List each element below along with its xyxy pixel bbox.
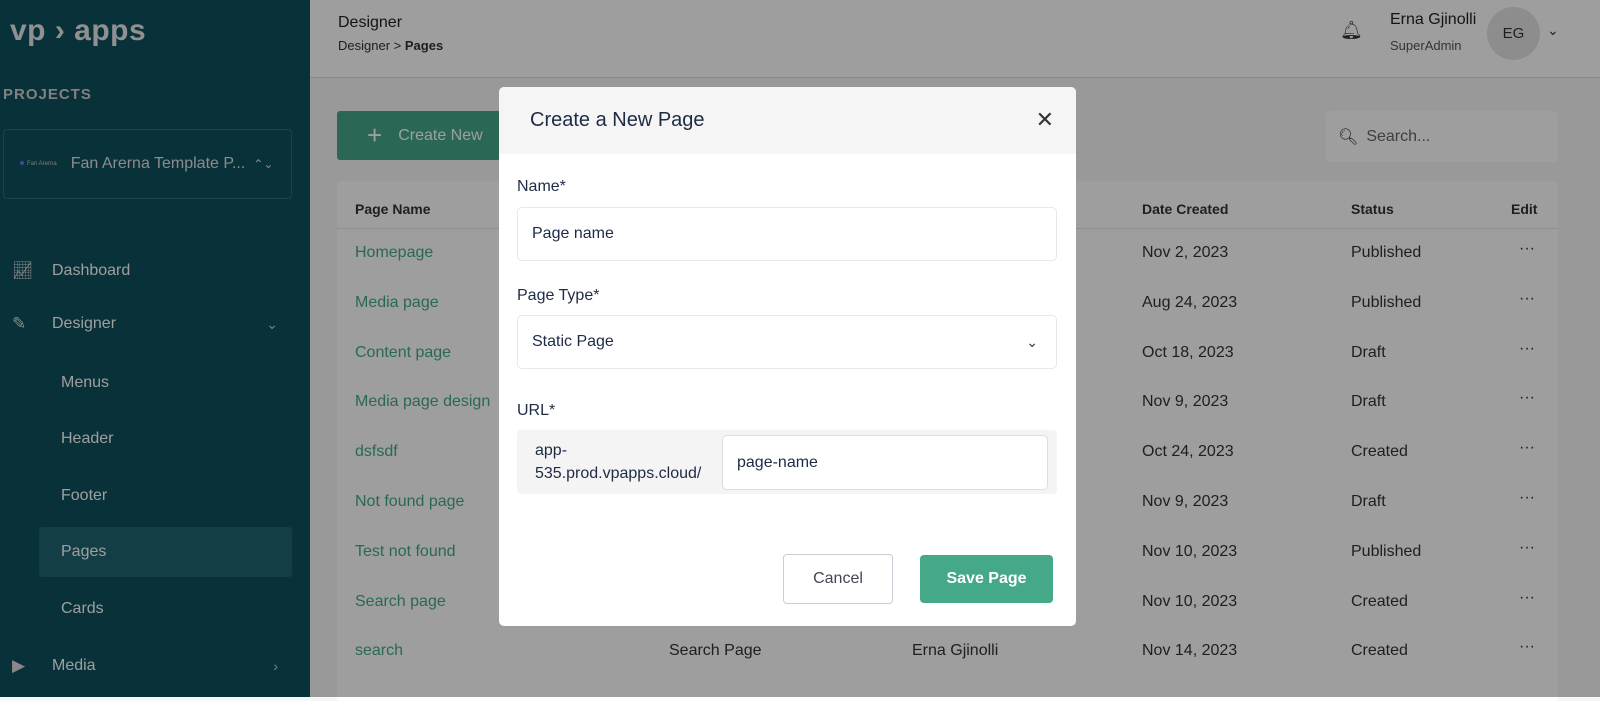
url-prefix: app-535.prod.vpapps.cloud/ (535, 442, 702, 482)
modal-title: Create a New Page (499, 87, 1076, 154)
save-page-button[interactable]: Save Page (920, 555, 1053, 603)
url-field: app-535.prod.vpapps.cloud/ page-name (517, 430, 1057, 494)
page-type-label: Page Type* (517, 287, 600, 304)
chevron-down-icon: ⌄ (1026, 333, 1038, 350)
cancel-button[interactable]: Cancel (783, 554, 893, 604)
page-name-placeholder: Page name (532, 225, 614, 242)
url-slug-input[interactable]: page-name (722, 435, 1048, 490)
page-name-input[interactable]: Page name (517, 207, 1057, 261)
url-label: URL* (517, 402, 556, 419)
create-page-modal: Create a New Page ✕ Name* Page name Page… (499, 87, 1076, 626)
url-slug-value: page-name (737, 453, 818, 471)
name-label: Name* (517, 178, 566, 195)
page-type-select[interactable]: Static Page ⌄ (517, 315, 1057, 369)
page-type-value: Static Page (532, 333, 614, 350)
close-icon[interactable]: ✕ (1036, 107, 1054, 133)
